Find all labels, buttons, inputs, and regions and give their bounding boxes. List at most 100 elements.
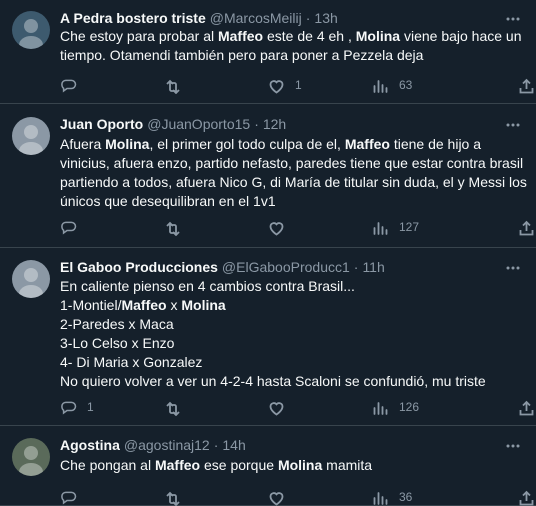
text-segment: Che estoy para probar al	[60, 28, 218, 44]
tweet-text-line: partiendo a todos, afuera Nico G, di Mar…	[60, 173, 527, 192]
retweet-icon	[166, 79, 180, 94]
like-button[interactable]	[268, 218, 295, 236]
author-handle[interactable]: @agostinaj12	[124, 437, 210, 453]
highlighted-term: Molina	[105, 136, 150, 152]
heart-icon	[269, 401, 284, 416]
text-segment: tiene de hijo a	[389, 136, 482, 152]
retweet-button[interactable]	[164, 76, 191, 94]
more-icon	[506, 17, 520, 21]
views-button[interactable]: 36	[372, 488, 412, 506]
tweet-header: Agostina @agostinaj12 · 14h	[60, 437, 500, 455]
timestamp[interactable]: 12h	[263, 116, 286, 132]
tweet[interactable]: El Gaboo Producciones @ElGabooProducc1 · 11…	[0, 248, 536, 426]
tweet-text: Che pongan al Maffeo ese porque Molina m…	[60, 456, 522, 475]
highlighted-term: Molina	[181, 297, 226, 313]
share-button[interactable]	[518, 488, 535, 506]
tweet-text: En caliente pienso en 4 cambios contra B…	[60, 277, 522, 391]
author-name[interactable]: A Pedra bostero triste	[60, 10, 206, 26]
views-button[interactable]: 126	[372, 398, 419, 416]
author-name[interactable]: El Gaboo Producciones	[60, 259, 218, 275]
more-options-button[interactable]	[504, 259, 522, 277]
highlighted-term: Molina	[355, 28, 401, 44]
separator-dot: ·	[305, 10, 311, 26]
share-icon	[519, 78, 534, 93]
tweet-text-line: No quiero volver a ver un 4-2-4 hasta Sc…	[60, 372, 522, 391]
tweet-header: Juan Oporto @JuanOporto15 · 12h	[60, 116, 500, 134]
text-segment: , el primer gol todo culpa de el,	[149, 136, 345, 152]
views-count: 36	[399, 490, 413, 504]
text-segment: 4- Di Maria x Gonzalez	[60, 354, 203, 370]
reply-button[interactable]	[60, 218, 87, 236]
tweet-text-line: Che estoy para probar al Maffeo este de …	[60, 27, 522, 46]
author-name[interactable]: Agostina	[60, 437, 120, 453]
author-handle[interactable]: @ElGabooProducc1	[222, 259, 350, 275]
avatar[interactable]	[12, 438, 50, 476]
tweet-actions: 127	[60, 218, 534, 236]
tweet-text-line: 1-Montiel/Maffeo x Molina	[60, 296, 522, 315]
tweet[interactable]: Juan Oporto @JuanOporto15 · 12h Afuera Molin…	[0, 104, 536, 248]
author-handle[interactable]: @MarcosMeilij	[210, 10, 302, 26]
text-segment: ese porque	[200, 457, 278, 473]
like-button[interactable]	[268, 398, 295, 416]
heart-icon	[269, 221, 284, 236]
like-count: 1	[295, 78, 302, 92]
more-icon	[506, 266, 520, 270]
more-options-button[interactable]	[504, 10, 522, 28]
tweet-text-line: 3-Lo Celso x Enzo	[60, 334, 522, 353]
separator-dot: ·	[213, 437, 219, 453]
views-icon	[373, 221, 388, 235]
tweet[interactable]: A Pedra bostero triste @MarcosMeilij · 13h C…	[0, 0, 536, 104]
reply-icon	[61, 79, 77, 93]
retweet-button[interactable]	[164, 488, 191, 506]
share-button[interactable]	[518, 398, 535, 416]
author-handle[interactable]: @JuanOporto15	[147, 116, 250, 132]
author-name[interactable]: Juan Oporto	[60, 116, 143, 132]
tweet-text-line: vinicius, afuera enzo, partido nefasto, …	[60, 154, 523, 173]
views-icon	[373, 79, 388, 93]
timestamp[interactable]: 11h	[362, 259, 384, 275]
text-segment: únicos que desequilibran en el 1v1	[60, 193, 276, 209]
timestamp[interactable]: 14h	[222, 437, 245, 453]
retweet-icon	[166, 491, 180, 506]
tweet-actions: 36	[60, 488, 534, 506]
avatar[interactable]	[12, 260, 50, 298]
highlighted-term: Maffeo	[344, 136, 390, 152]
views-button[interactable]: 63	[372, 76, 412, 94]
share-button[interactable]	[518, 76, 535, 94]
timestamp[interactable]: 13h	[314, 10, 337, 26]
retweet-icon	[166, 221, 180, 236]
more-options-button[interactable]	[504, 437, 522, 455]
like-button[interactable]	[268, 488, 295, 506]
tweet-header: A Pedra bostero triste @MarcosMeilij · 13h	[60, 10, 500, 28]
share-button[interactable]	[518, 218, 535, 236]
views-icon	[373, 401, 388, 415]
reply-count: 1	[87, 400, 94, 414]
separator-dot: ·	[254, 116, 259, 132]
avatar[interactable]	[12, 11, 50, 49]
tweet-text-line: 4- Di Maria x Gonzalez	[60, 353, 522, 372]
retweet-button[interactable]	[164, 218, 191, 236]
reply-button[interactable]	[60, 76, 87, 94]
reply-icon	[61, 221, 77, 235]
avatar[interactable]	[12, 117, 50, 155]
views-count: 127	[399, 220, 420, 234]
retweet-button[interactable]	[164, 398, 191, 416]
tweet-text-line: Afuera Molina, el primer gol todo culpa …	[60, 135, 522, 154]
reply-button[interactable]: 1	[60, 398, 94, 416]
tweet-actions: 1 126	[60, 398, 534, 416]
tweet-text-line: 2-Paredes x Maca	[60, 315, 522, 334]
tweet-text-line: únicos que desequilibran en el 1v1	[60, 192, 522, 211]
tweet[interactable]: Agostina @agostinaj12 · 14h Che pongan al Ma…	[0, 426, 536, 506]
text-segment: Afuera	[60, 136, 106, 152]
reply-icon	[61, 491, 77, 505]
reply-icon	[61, 401, 77, 415]
text-segment: tiempo. Otamendi también pero para poner…	[60, 47, 424, 63]
views-button[interactable]: 127	[372, 218, 419, 236]
more-icon	[506, 444, 520, 448]
like-button[interactable]: 1	[268, 76, 302, 94]
text-segment: mamita	[322, 457, 373, 473]
tweet-text-line: tiempo. Otamendi también pero para poner…	[60, 46, 522, 65]
more-options-button[interactable]	[504, 116, 522, 134]
reply-button[interactable]	[60, 488, 87, 506]
text-segment: 2-Paredes x Maca	[60, 316, 174, 332]
